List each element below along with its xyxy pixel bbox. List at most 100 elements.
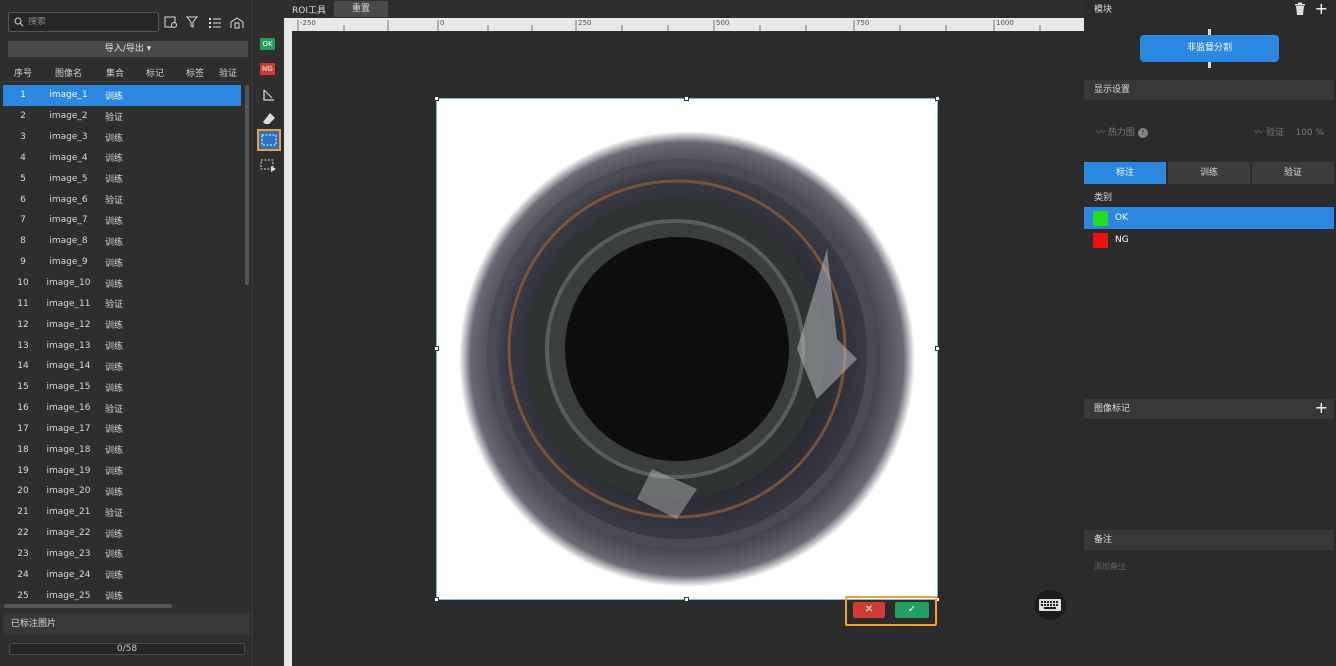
tab-annotate[interactable]: 标注: [1084, 162, 1166, 184]
row-image-name: image_18: [46, 444, 91, 455]
col-image-name[interactable]: 图像名: [43, 66, 94, 79]
col-verify[interactable]: 验证: [216, 66, 240, 79]
table-row[interactable]: 1 image_1 训练: [3, 85, 241, 106]
ok-tag-button[interactable]: OK: [260, 38, 275, 50]
cancel-roi-button[interactable]: ✕: [853, 602, 885, 618]
roi-tool-label[interactable]: ROI工具: [284, 3, 334, 16]
table-row[interactable]: 20 image_20 训练: [3, 481, 241, 502]
resize-handle-b[interactable]: [684, 597, 689, 602]
keyboard-icon: [1039, 599, 1061, 611]
table-row[interactable]: 2 image_2 验证: [3, 106, 241, 127]
table-row[interactable]: 19 image_19 训练: [3, 460, 241, 481]
ruler-label-1000: 1000: [996, 19, 1014, 27]
table-row[interactable]: 23 image_23 训练: [3, 544, 241, 565]
resize-handle-r[interactable]: [935, 346, 940, 351]
row-index: 10: [17, 278, 29, 289]
row-set: 训练: [105, 550, 124, 561]
roi-apply-icon: [260, 159, 276, 172]
table-row[interactable]: 12 image_12 训练: [3, 314, 241, 335]
search-input[interactable]: [28, 17, 148, 27]
apply-roi-tool[interactable]: [257, 155, 281, 177]
col-index[interactable]: 序号: [3, 66, 43, 79]
row-index: 15: [17, 382, 29, 393]
image-mark-header: 图像标记 +: [1084, 399, 1334, 419]
image-filter-icon[interactable]: [163, 14, 179, 30]
table-row[interactable]: 10 image_10 训练: [3, 273, 241, 294]
export-icon[interactable]: [229, 14, 245, 30]
polygon-tool[interactable]: [257, 84, 281, 106]
table-row[interactable]: 4 image_4 训练: [3, 148, 241, 169]
row-set: 验证: [105, 196, 124, 207]
row-image-name: image_5: [49, 173, 88, 184]
table-row[interactable]: 15 image_15 训练: [3, 377, 241, 398]
row-image-name: image_13: [46, 340, 91, 351]
search-box[interactable]: [8, 12, 159, 32]
row-image-name: image_6: [49, 194, 88, 205]
keyboard-shortcuts-button[interactable]: [1034, 590, 1066, 620]
row-index: 20: [17, 486, 29, 497]
table-row[interactable]: 6 image_6 验证: [3, 189, 241, 210]
table-row[interactable]: 25 image_25 训练: [3, 585, 241, 606]
row-image-name: image_7: [49, 215, 88, 226]
table-row[interactable]: 7 image_7 训练: [3, 210, 241, 231]
table-row[interactable]: 24 image_24 训练: [3, 564, 241, 585]
class-item-ng[interactable]: NG: [1084, 229, 1334, 251]
notes-input[interactable]: 添加备注: [1094, 561, 1126, 572]
row-image-name: image_14: [46, 361, 91, 372]
col-label[interactable]: 标签: [174, 66, 216, 79]
table-row[interactable]: 17 image_17 训练: [3, 419, 241, 440]
table-row[interactable]: 9 image_9 训练: [3, 252, 241, 273]
image-list-panel: 导入/导出 ▾ 序号 图像名 集合 标记 标签 验证 1 image_1 训练 2 im…: [0, 0, 253, 666]
row-image-name: image_4: [49, 152, 88, 163]
reset-button[interactable]: 重置: [334, 1, 388, 17]
row-index: 5: [20, 173, 26, 184]
labeled-images-header: 已标注图片: [3, 613, 250, 635]
table-row[interactable]: 8 image_8 训练: [3, 231, 241, 252]
module-connector-bottom: [1208, 62, 1211, 68]
polygon-icon: [263, 89, 274, 101]
tab-train[interactable]: 训练: [1168, 162, 1250, 184]
resize-handle-l[interactable]: [434, 346, 439, 351]
table-row[interactable]: 21 image_21 验证: [3, 502, 241, 523]
resize-handle-t[interactable]: [684, 96, 689, 101]
row-set: 训练: [105, 446, 124, 457]
vertical-scrollbar[interactable]: [245, 85, 249, 285]
class-item-ok[interactable]: OK: [1084, 207, 1334, 229]
eraser-tool[interactable]: [257, 107, 281, 129]
horizontal-scrollbar[interactable]: [4, 604, 172, 608]
table-row[interactable]: 14 image_14 训练: [3, 356, 241, 377]
list-icon[interactable]: [207, 14, 223, 30]
confirm-roi-button[interactable]: ✓: [895, 602, 929, 618]
resize-handle-tr[interactable]: [935, 96, 940, 101]
rect-roi-tool[interactable]: [257, 129, 281, 151]
table-row[interactable]: 16 image_16 验证: [3, 398, 241, 419]
resize-handle-bl[interactable]: [434, 597, 439, 602]
row-index: 3: [20, 132, 26, 143]
verify-toggle[interactable]: 〰 验证 100 %: [1254, 125, 1324, 138]
row-image-name: image_22: [46, 528, 91, 539]
resize-handle-tl[interactable]: [434, 96, 439, 101]
table-row[interactable]: 22 image_22 训练: [3, 523, 241, 544]
help-icon[interactable]: ?: [1137, 128, 1148, 138]
row-image-name: image_11: [46, 298, 91, 309]
inspection-image[interactable]: [436, 98, 938, 600]
display-settings-header: 显示设置: [1084, 80, 1334, 100]
table-row[interactable]: 5 image_5 训练: [3, 168, 241, 189]
col-mark[interactable]: 标记: [136, 66, 174, 79]
col-set[interactable]: 集合: [94, 66, 136, 79]
table-row[interactable]: 13 image_13 训练: [3, 335, 241, 356]
table-row[interactable]: 18 image_18 训练: [3, 439, 241, 460]
unsupervised-seg-module[interactable]: 非监督分割: [1140, 35, 1279, 62]
row-set: 训练: [105, 592, 124, 603]
add-mark-icon[interactable]: +: [1315, 400, 1328, 416]
ng-tag-button[interactable]: NG: [260, 63, 275, 75]
row-index: 2: [20, 111, 26, 122]
filter-icon[interactable]: [185, 14, 201, 30]
tab-verify[interactable]: 验证: [1252, 162, 1334, 184]
table-row[interactable]: 11 image_11 验证: [3, 293, 241, 314]
table-row[interactable]: 3 image_3 训练: [3, 127, 241, 148]
rectangle-select-icon: [261, 134, 277, 146]
add-module-icon[interactable]: +: [1315, 1, 1328, 17]
heatmap-toggle[interactable]: 〰 热力图 ?: [1096, 125, 1148, 138]
import-export-button[interactable]: 导入/导出 ▾: [8, 41, 248, 57]
